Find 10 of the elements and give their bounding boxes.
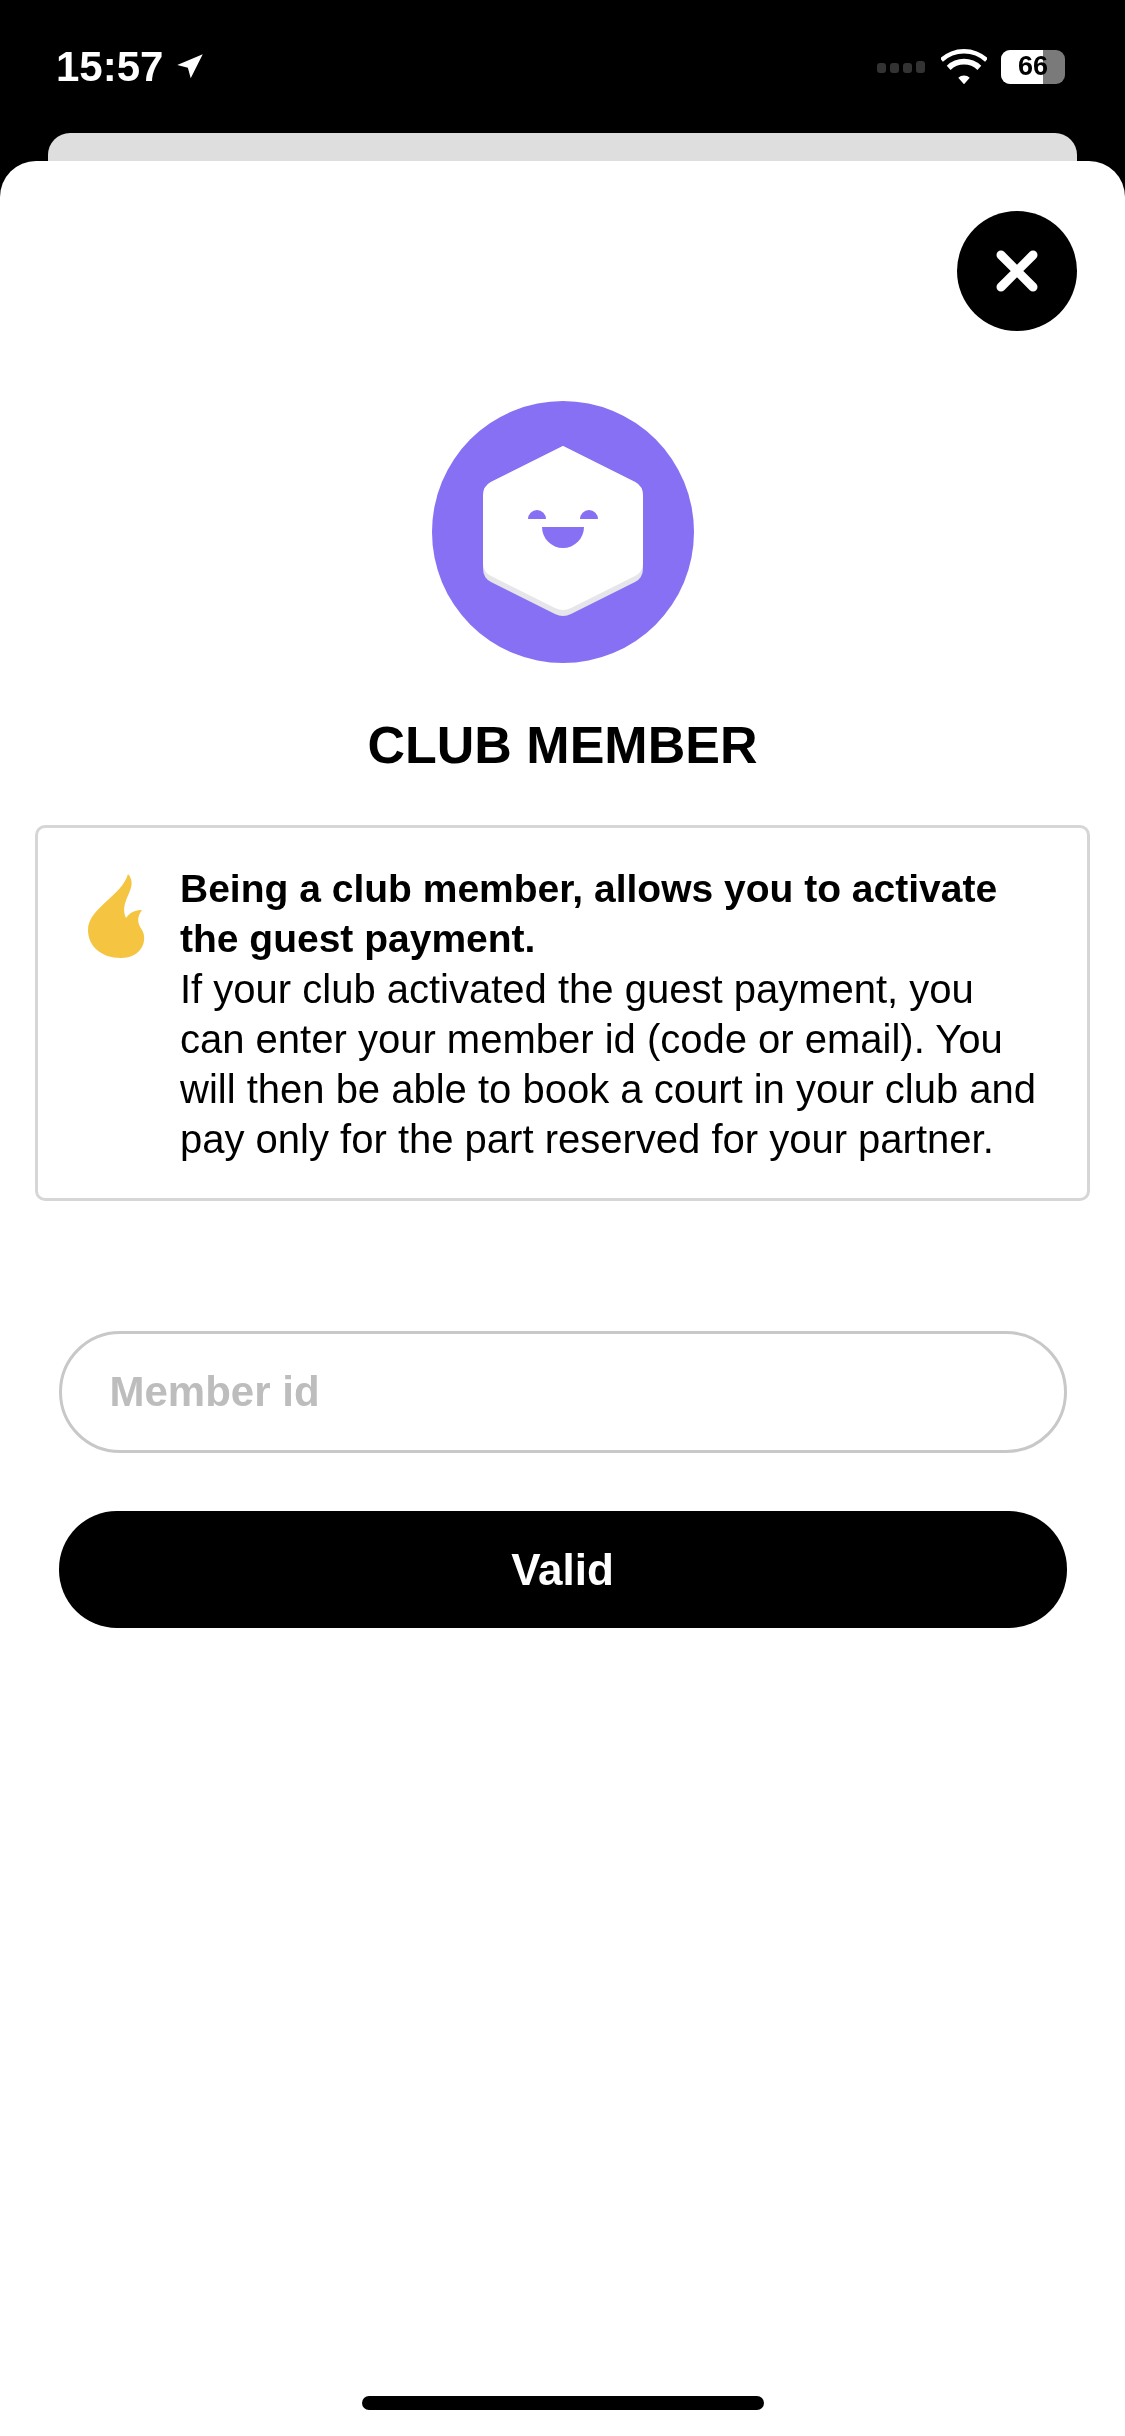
signal-icon: [877, 58, 927, 75]
valid-button[interactable]: Valid: [58, 1511, 1067, 1628]
wifi-icon: [941, 48, 987, 85]
member-id-field[interactable]: Member id: [58, 1331, 1067, 1453]
info-heading: Being a club member, allows you to activate the guest payment.: [180, 866, 999, 962]
battery-icon: 66: [1001, 49, 1065, 84]
info-text: If your club activated the guest payment, you can enter your member id (code or email). You will then be able to book a court in your club and pay only for the part reserved for your partner.: [180, 966, 1037, 1163]
sheet-title: CLUB MEMBER: [367, 715, 758, 775]
close-icon: [995, 249, 1039, 293]
status-time: 15:57: [56, 42, 164, 91]
